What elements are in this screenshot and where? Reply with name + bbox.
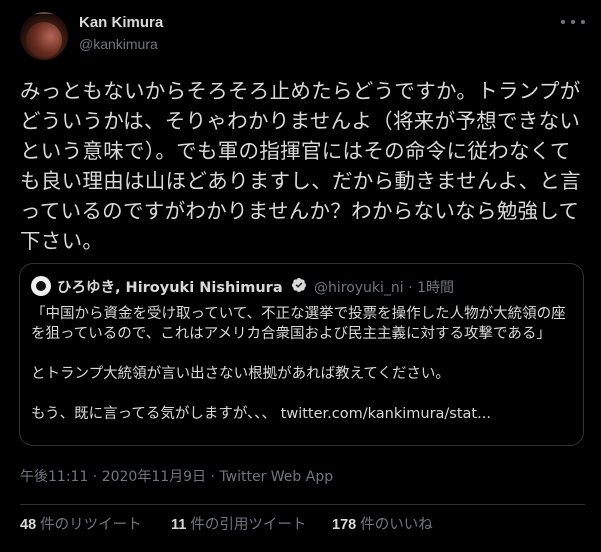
tweet-stats: 48 件のリツイート 11 件の引用ツイート 178 件のいいね [20, 505, 585, 541]
quoted-paragraph: 「中国から資金を受け取っていて、不正な選挙で投票を操作した人物が大統領の座を狙っ… [31, 306, 566, 342]
likes-label: 件のいいね [360, 517, 433, 533]
retweets-count: 48 [20, 517, 37, 533]
quoted-author-name: ひろゆき, Hiroyuki Nishimura [57, 280, 283, 296]
tweet-text: みっともないからそろそろ止めたらどうですか。トランプがどういうかは、そりゃわかり… [20, 79, 581, 253]
avatar[interactable] [20, 12, 68, 60]
quoted-paragraph: とトランプ大統領が言い出さない根拠があれば教えてください。 [31, 366, 450, 382]
tweet-header: Kan Kimura @kankimura [20, 10, 585, 60]
author-handle[interactable]: @kankimura [79, 36, 158, 52]
verified-badge-icon [291, 278, 306, 292]
quoted-meta: @hiroyuki_ni · 1時間 [314, 277, 454, 297]
quotes-count: 11 [171, 517, 187, 533]
author-name[interactable]: Kan Kimura [79, 14, 163, 31]
retweets-label: 件のリツイート [40, 517, 142, 533]
quoted-separator: · [408, 280, 413, 296]
quoted-tweet[interactable]: ひろゆき, Hiroyuki Nishimura @hiroyuki_ni · … [19, 263, 584, 446]
quoted-tweet-header: ひろゆき, Hiroyuki Nishimura @hiroyuki_ni · … [31, 276, 571, 296]
quoted-time[interactable]: 1時間 [417, 280, 454, 296]
likes-stat[interactable]: 178 件のいいね [332, 513, 433, 534]
retweets-stat[interactable]: 48 件のリツイート [20, 513, 142, 534]
more-options-icon[interactable] [561, 16, 585, 28]
quoted-paragraph: もう、既に言ってる気がしますが、、、 twitter.com/kankimura… [31, 406, 491, 422]
likes-count: 178 [332, 517, 357, 533]
quoted-handle: @hiroyuki_ni [314, 280, 404, 296]
quoted-tweet-body: 「中国から資金を受け取っていて、不正な選挙で投票を操作した人物が大統領の座を狙っ… [31, 304, 576, 424]
tweet-timestamp[interactable]: 午後11:11 · 2020年11月9日 · Twitter Web App [20, 466, 333, 486]
quotes-stat[interactable]: 11 件の引用ツイート [171, 513, 306, 534]
moon-image [26, 22, 62, 58]
quotes-label: 件の引用ツイート [190, 517, 307, 533]
quoted-avatar [31, 276, 51, 296]
